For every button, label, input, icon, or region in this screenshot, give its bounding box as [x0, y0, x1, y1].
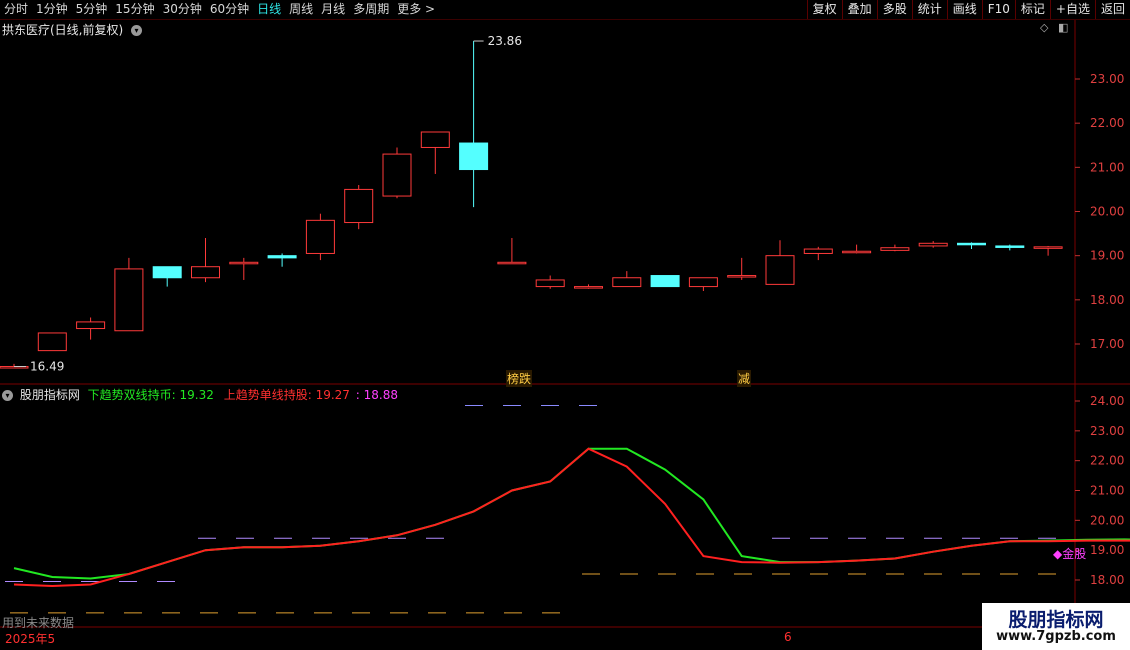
candle-body — [995, 245, 1025, 248]
high-label: 23.86 — [488, 34, 522, 48]
candle-body — [37, 332, 67, 352]
candle-body — [688, 277, 718, 288]
line2-label: 上趋势单线持股: 19.27 — [223, 388, 350, 402]
candle-body — [305, 219, 335, 254]
candle-body — [842, 250, 872, 254]
low-label: 16.49 — [30, 360, 64, 374]
main-tick-label: 19.00 — [1090, 249, 1124, 263]
watermark-url: www.7gpzb.com — [996, 629, 1116, 644]
kline-chart[interactable]: 23.00 22.00 21.00 20.00 19.00 18.00 17.00 24.00… — [0, 0, 1130, 650]
ind-tick-label: 24.00 — [1090, 394, 1124, 408]
date-label-may: 2025年5 — [5, 632, 56, 646]
candle-body — [574, 286, 603, 289]
ind-tick-label: 20.00 — [1090, 513, 1124, 527]
gold-stock-tag: ◆金股 — [1053, 547, 1087, 561]
candle-body — [803, 248, 833, 254]
candle-body — [497, 261, 527, 265]
candle-body — [267, 255, 297, 259]
main-tick-label: 18.00 — [1090, 293, 1124, 307]
watermark-title: 股朋指标网 — [1008, 609, 1104, 631]
marker-bangdie: 榜跌 — [506, 370, 533, 387]
value3-label: : 18.88 — [355, 388, 398, 402]
main-tick-label: 23.00 — [1090, 72, 1124, 86]
candle-body — [918, 242, 948, 247]
main-tick-label: 22.00 — [1090, 116, 1124, 130]
chevron-down-icon[interactable]: ▾ — [2, 390, 13, 401]
ind-tick-label: 18.00 — [1090, 573, 1124, 587]
candle-body — [344, 188, 374, 224]
candle-body — [459, 142, 489, 171]
candle-body — [650, 275, 680, 288]
ind-tick-label: 23.00 — [1090, 424, 1124, 438]
main-tick-label: 21.00 — [1090, 160, 1124, 174]
candle-body — [191, 266, 220, 279]
candle-body — [76, 321, 106, 330]
up-trend-line — [13, 447, 1130, 588]
candle-body — [765, 255, 795, 285]
candle-body — [382, 153, 412, 197]
indicator-title-row: ▾ 股朋指标网 下趋势双线持币: 19.32 上趋势单线持股: 19.27 : … — [2, 386, 398, 402]
future-data-note: 用到未来数据 — [2, 616, 75, 630]
candle-body — [152, 266, 182, 279]
main-tick-label: 20.00 — [1090, 205, 1124, 219]
candle-body — [1033, 246, 1063, 249]
candle-body — [114, 268, 144, 332]
marker-jian: 减 — [737, 370, 752, 387]
indicator-name: 股朋指标网 — [19, 388, 80, 402]
date-label-june: 6 — [784, 630, 792, 644]
ind-tick-label: 19.00 — [1090, 543, 1124, 557]
watermark: 股朋指标网 www.7gpzb.com — [982, 603, 1130, 650]
ind-tick-label: 21.00 — [1090, 484, 1124, 498]
line1-label: 下趋势双线持币: 19.32 — [87, 388, 214, 402]
ind-tick-label: 22.00 — [1090, 454, 1124, 468]
candle-body — [535, 279, 565, 288]
candle-body — [957, 242, 986, 246]
candle-body — [612, 277, 642, 288]
candle-body — [420, 131, 450, 148]
gold-tag-label: 金股 — [1062, 547, 1087, 561]
main-tick-label: 17.00 — [1090, 337, 1124, 351]
candle-body — [229, 261, 259, 265]
candle-body — [880, 247, 910, 251]
down-trend-line — [13, 447, 1130, 580]
candle-body — [727, 275, 757, 278]
